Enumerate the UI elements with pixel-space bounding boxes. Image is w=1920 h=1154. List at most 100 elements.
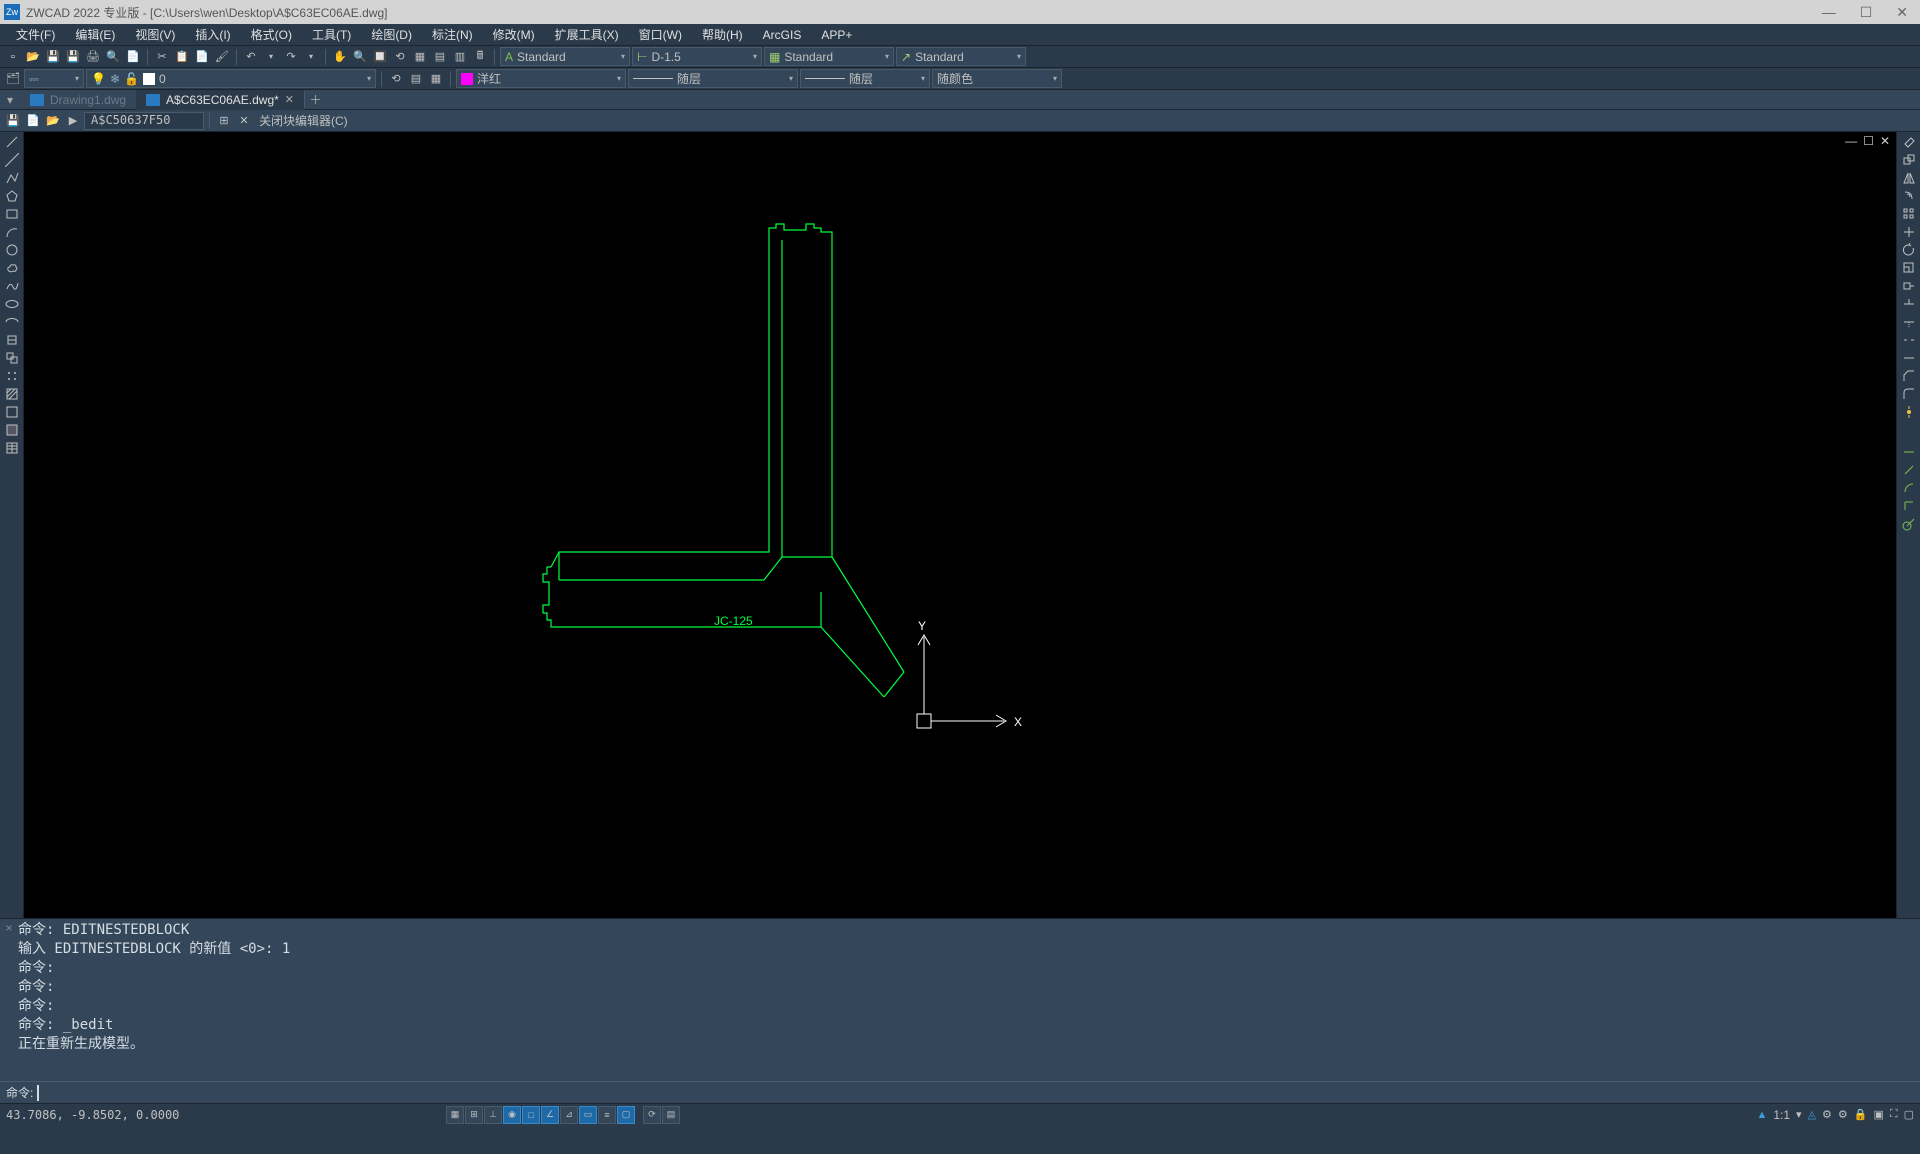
properties-icon[interactable]: ▦ <box>411 48 429 66</box>
extend-tool[interactable] <box>1899 314 1919 330</box>
bedit-open-icon[interactable]: 📂 <box>44 112 62 130</box>
menu-help[interactable]: 帮助(H) <box>692 24 753 45</box>
plot-icon[interactable]: 🖨 <box>84 48 102 66</box>
xline-tool[interactable] <box>2 152 22 168</box>
table-style-dropdown[interactable]: ▦ Standard ▾ <box>764 47 894 66</box>
save-icon[interactable]: 💾 <box>44 48 62 66</box>
paste-icon[interactable]: 📄 <box>193 48 211 66</box>
join-tool[interactable] <box>1899 350 1919 366</box>
dim-style-dropdown[interactable]: ⊢ D-1.5 ▾ <box>632 47 762 66</box>
preview-icon[interactable]: 🔍 <box>104 48 122 66</box>
zoom-window-icon[interactable]: 🔲 <box>371 48 389 66</box>
isolate-icon[interactable]: ⛶ <box>1890 1108 1898 1121</box>
menu-edit[interactable]: 编辑(E) <box>65 24 125 45</box>
new-file-icon[interactable]: ▫ <box>4 48 22 66</box>
arc-tool[interactable] <box>2 224 22 240</box>
line-tool[interactable] <box>2 134 22 150</box>
menu-arcgis[interactable]: ArcGIS <box>753 26 812 44</box>
block-name-field[interactable]: A$C50637F50 <box>84 112 204 130</box>
text-style-dropdown[interactable]: A Standard ▾ <box>500 47 630 66</box>
anno-visibility-icon[interactable]: ◬ <box>1808 1108 1816 1121</box>
chamfer-tool[interactable] <box>1899 368 1919 384</box>
cut-icon[interactable]: ✂ <box>153 48 171 66</box>
copy-tool[interactable] <box>1899 152 1919 168</box>
layer-dropdown[interactable]: 💡❄🔓 0 ▾ <box>86 69 376 88</box>
annotation-scale[interactable]: 1:1 <box>1773 1108 1790 1122</box>
rectangle-tool[interactable] <box>2 206 22 222</box>
maximize-button[interactable]: ☐ <box>1860 4 1873 21</box>
explode-tool[interactable] <box>1899 404 1919 420</box>
command-close-icon[interactable]: × <box>0 919 18 1081</box>
stretch-tool[interactable] <box>1899 278 1919 294</box>
menu-tools[interactable]: 工具(T) <box>302 24 361 45</box>
color-dropdown[interactable]: 洋红 ▾ <box>456 69 626 88</box>
array-tool[interactable] <box>1899 206 1919 222</box>
break-tool[interactable] <box>1899 332 1919 348</box>
hardware-accel-icon[interactable]: ▣ <box>1873 1108 1883 1121</box>
table-tool[interactable] <box>2 440 22 456</box>
polyline-tool[interactable] <box>2 170 22 186</box>
polygon-tool[interactable] <box>2 188 22 204</box>
saveas-icon[interactable]: 💾 <box>64 48 82 66</box>
rotate-tool[interactable] <box>1899 242 1919 258</box>
menu-window[interactable]: 窗口(W) <box>629 24 692 45</box>
model-toggle[interactable]: ▢ <box>617 1106 635 1124</box>
zoom-prev-icon[interactable]: ⟲ <box>391 48 409 66</box>
scale-tool[interactable] <box>1899 260 1919 276</box>
otrack-toggle[interactable]: ∠ <box>541 1106 559 1124</box>
erase-tool[interactable] <box>1899 134 1919 150</box>
offset-tool[interactable] <box>1899 188 1919 204</box>
tool-palettes-icon[interactable]: ▥ <box>451 48 469 66</box>
bedit-param-icon[interactable]: ⊞ <box>215 112 233 130</box>
match-prop-icon[interactable]: 🖌 <box>213 48 231 66</box>
layer-iso-icon[interactable]: ▦ <box>427 70 445 88</box>
linetype-dropdown[interactable]: 随层 ▾ <box>628 69 798 88</box>
dim-ord-tool[interactable] <box>1899 498 1919 514</box>
osnap-toggle[interactable]: □ <box>522 1106 540 1124</box>
bedit-save-icon[interactable]: 💾 <box>4 112 22 130</box>
fillet-tool[interactable] <box>1899 386 1919 402</box>
menu-draw[interactable]: 绘图(D) <box>361 24 422 45</box>
doc-tab-active[interactable]: A$C63EC06AE.dwg* ✕ <box>136 90 304 110</box>
close-tab-icon[interactable]: ✕ <box>285 93 294 106</box>
qprops-toggle[interactable]: ▤ <box>662 1106 680 1124</box>
close-button[interactable]: ✕ <box>1896 4 1908 21</box>
minimize-button[interactable]: — <box>1822 4 1836 21</box>
menu-appplus[interactable]: APP+ <box>811 26 862 44</box>
pan-icon[interactable]: ✋ <box>331 48 349 66</box>
grid-toggle[interactable]: ⊞ <box>465 1106 483 1124</box>
menu-format[interactable]: 格式(O) <box>241 24 302 45</box>
make-block-tool[interactable] <box>2 350 22 366</box>
doc-tab-drawing1[interactable]: Drawing1.dwg <box>20 90 136 110</box>
undo-dropdown-icon[interactable]: ▾ <box>262 48 280 66</box>
ellipse-tool[interactable] <box>2 296 22 312</box>
dim-radius-tool[interactable] <box>1899 516 1919 532</box>
command-input[interactable]: 命令: <box>0 1081 1920 1103</box>
menu-dimension[interactable]: 标注(N) <box>422 24 483 45</box>
snap-toggle[interactable]: ▦ <box>446 1106 464 1124</box>
bedit-close-label[interactable]: 关闭块编辑器(C) <box>255 112 352 129</box>
spline-tool[interactable] <box>2 278 22 294</box>
layer-manager-icon[interactable]: 🗂 <box>4 70 22 88</box>
trim-tool[interactable] <box>1899 296 1919 312</box>
lock-ui-icon[interactable]: 🔒 <box>1854 1108 1868 1121</box>
move-tool[interactable] <box>1899 224 1919 240</box>
redo-dropdown-icon[interactable]: ▾ <box>302 48 320 66</box>
copy-icon[interactable]: 📋 <box>173 48 191 66</box>
leader-style-dropdown[interactable]: ↗ Standard ▾ <box>896 47 1026 66</box>
menu-modify[interactable]: 修改(M) <box>483 24 545 45</box>
zoom-rt-icon[interactable]: 🔍 <box>351 48 369 66</box>
lineweight-dropdown[interactable]: 随层 ▾ <box>800 69 930 88</box>
mirror-tool[interactable] <box>1899 170 1919 186</box>
menu-view[interactable]: 视图(V) <box>125 24 185 45</box>
new-tab-button[interactable]: ＋ <box>304 91 326 108</box>
revcloud-tool[interactable] <box>2 260 22 276</box>
bedit-close-icon[interactable]: ✕ <box>235 112 253 130</box>
clean-screen-icon[interactable]: ▢ <box>1904 1108 1914 1121</box>
lwt-toggle[interactable]: ≡ <box>598 1106 616 1124</box>
region-tool[interactable] <box>2 422 22 438</box>
dim-linear-tool[interactable] <box>1899 444 1919 460</box>
annotation-scale-icon[interactable]: ▲ <box>1756 1109 1767 1121</box>
undo-icon[interactable]: ↶ <box>242 48 260 66</box>
bedit-saveas-icon[interactable]: 📄 <box>24 112 42 130</box>
